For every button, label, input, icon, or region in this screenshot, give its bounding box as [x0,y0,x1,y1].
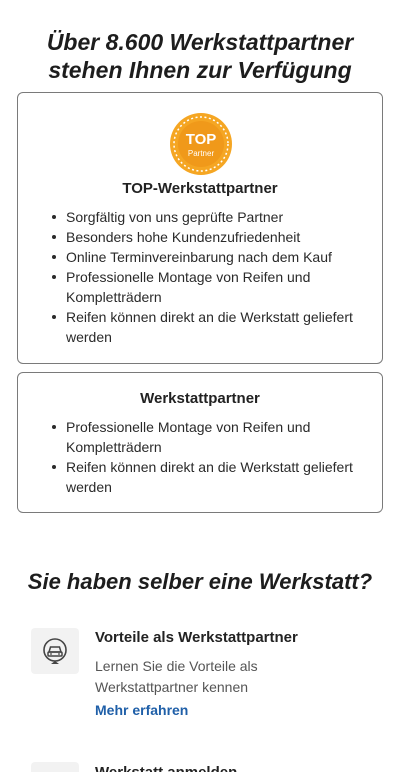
workshop-car-icon [31,628,79,674]
partner-card: Werkstattpartner Professionelle Montage … [17,372,383,513]
benefit-description-line2: Werkstattpartner kennen [95,679,249,695]
page-title: Über 8.600 Werkstattpartner stehen Ihnen… [0,28,400,84]
partner-title: Werkstattpartner [140,390,260,407]
feature-item: Reifen können direkt an die Werkstatt ge… [52,457,366,497]
badge-text-partner: Partner [188,149,215,158]
top-partner-features: Sorgfältig von uns geprüfte Partner Beso… [52,207,366,347]
partner-features: Professionelle Montage von Reifen und Ko… [52,417,366,497]
benefit-description-line1: Lernen Sie die Vorteile als [95,658,258,674]
top-partner-card: TOP Partner TOP-Werkstattpartner Sorgfäl… [17,92,383,364]
top-partner-title: TOP-Werkstattpartner [122,180,278,197]
workshop-register-icon [31,762,79,772]
feature-item: Sorgfältig von uns geprüfte Partner [52,207,366,227]
benefit-description: Lernen Sie die Vorteile als Werkstattpar… [95,656,355,698]
page-title-line1: Über 8.600 Werkstattpartner [46,29,354,55]
feature-item: Professionelle Montage von Reifen und Ko… [52,267,366,307]
own-workshop-heading: Sie haben selber eine Werkstatt? [27,569,373,594]
feature-item: Reifen können direkt an die Werkstatt ge… [52,307,366,347]
learn-more-link[interactable]: Mehr erfahren [95,700,188,720]
benefit-title: Vorteile als Werkstattpartner [95,629,298,646]
page-title-line2: stehen Ihnen zur Verfügung [48,57,352,83]
top-partner-badge-icon: TOP Partner [170,113,232,175]
feature-item: Besonders hohe Kundenzufriedenheit [52,227,366,247]
register-workshop-link[interactable]: Werkstatt anmelden [95,763,237,772]
badge-text-top: TOP [186,131,217,148]
feature-item: Professionelle Montage von Reifen und Ko… [52,417,366,457]
feature-item: Online Terminvereinbarung nach dem Kauf [52,247,366,267]
